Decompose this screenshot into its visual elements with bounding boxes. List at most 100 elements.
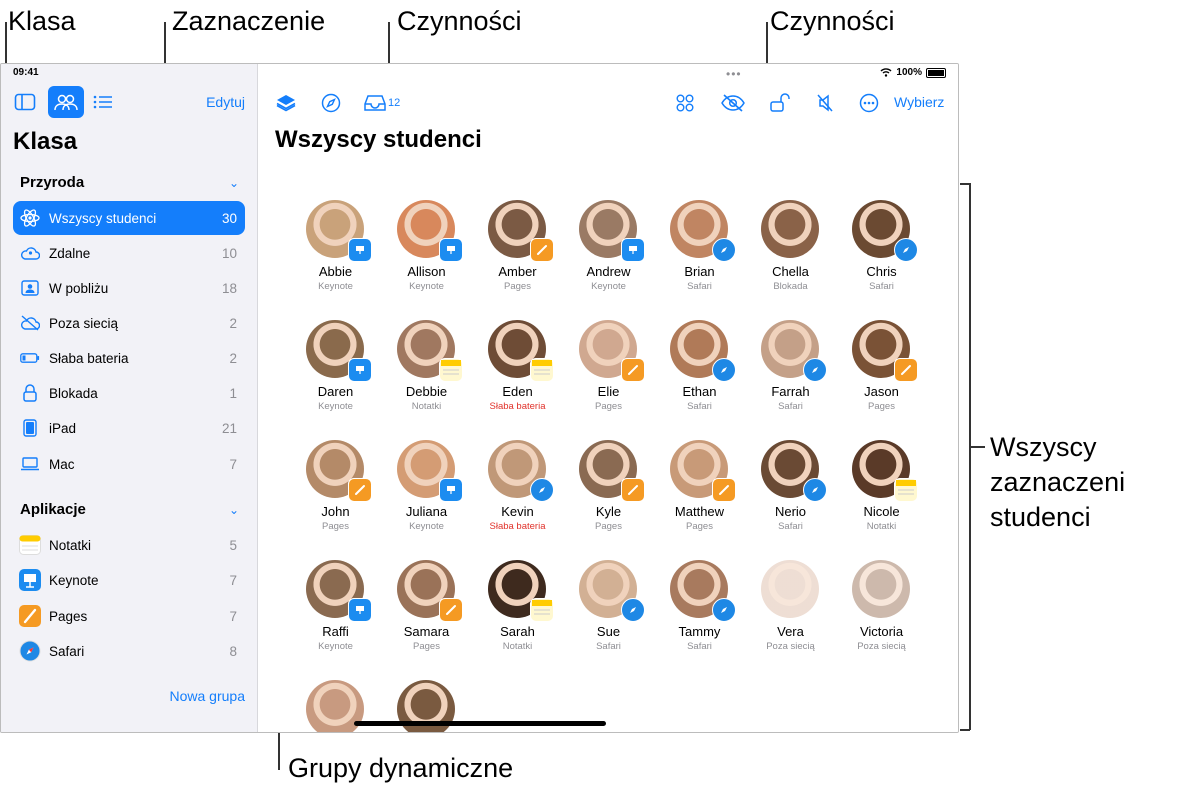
student-status: Keynote [318,401,353,412]
student-tile[interactable]: Kevin Słaba bateria [472,426,563,544]
sidebar-item-w-poblizu[interactable]: W pobliżu 18 [13,271,245,305]
student-tile[interactable]: Debbie Notatki [381,306,472,424]
student-name: Allison [407,264,446,279]
select-button[interactable]: Wybierz [894,94,944,110]
student-name: Chella [772,264,809,279]
student-tile[interactable]: Kyle Pages [563,426,654,544]
safari-icon [894,238,918,262]
compass-icon[interactable] [319,91,343,115]
student-name: Sue [596,624,621,639]
student-tile[interactable]: Raffi Keynote [290,546,381,664]
bracket-right-m [969,446,985,448]
sidebar-title: Klasa [13,128,78,155]
chevron-down-icon[interactable]: ⌄ [229,503,239,517]
student-tile[interactable]: Allison Keynote [381,186,472,304]
student-tile[interactable]: Andrew Keynote [563,186,654,304]
sidebar-item-label: iPad [49,420,77,436]
student-tile[interactable]: Victoria Poza siecią [836,546,927,664]
sidebar-item-safari[interactable]: Safari 8 [13,634,245,668]
home-indicator[interactable] [354,721,606,726]
edit-button[interactable]: Edytuj [206,94,245,110]
layers-icon[interactable] [274,91,298,115]
student-name: Victoria [859,624,904,639]
student-status: Pages [413,641,440,652]
sidebar-item-slaba-bateria[interactable]: Słaba bateria 2 [13,341,245,375]
safari-icon [712,358,736,382]
student-tile[interactable]: Nerio Safari [745,426,836,544]
sidebar-item-wszyscy-studenci[interactable]: Wszyscy studenci 30 [13,201,245,235]
student-name: Jason [864,384,899,399]
student-name: Farrah [771,384,810,399]
section-przyroda[interactable]: Przyroda [20,174,84,191]
keynote-icon [348,598,372,622]
notes-icon [530,598,554,622]
sidebar-item-poza-siecia[interactable]: Poza siecią 2 [13,306,245,340]
student-tile[interactable]: John Pages [290,426,381,544]
student-tile[interactable]: Vera Poza siecią [745,546,836,664]
student-tile[interactable]: Chella Blokada [745,186,836,304]
student-status: Słaba bateria [489,521,546,532]
keynote-icon [439,478,463,502]
sidebar-item-count: 2 [229,315,237,331]
student-tile[interactable]: Daren Keynote [290,306,381,424]
notes-icon [530,358,554,382]
student-name: John [321,504,350,519]
chevron-down-icon[interactable]: ⌄ [229,176,239,190]
sidebar-item-count: 7 [229,456,237,472]
atom-icon [19,207,41,229]
student-name: Daren [317,384,354,399]
student-tile[interactable]: Eden Słaba bateria [472,306,563,424]
sidebar: 09:41 Edytuj Klasa Przyroda ⌄ Wszyscy st… [1,64,258,732]
student-status: Słaba bateria [489,401,546,412]
student-tile[interactable]: Sarah Notatki [472,546,563,664]
list-icon[interactable] [91,91,115,113]
sidebar-item-keynote[interactable]: Keynote 7 [13,563,245,597]
mute-icon[interactable] [813,91,837,115]
sidebar-toggle-icon[interactable] [13,91,37,113]
student-tile[interactable]: Brian Safari [654,186,745,304]
sidebar-item-mac[interactable]: Mac 7 [13,447,245,481]
unlock-icon[interactable] [768,91,792,115]
eye-slash-icon[interactable] [719,91,747,115]
new-group-button[interactable]: Nowa grupa [170,688,246,704]
student-name: Chris [866,264,897,279]
sidebar-item-label: Wszyscy studenci [49,210,157,226]
callout-wszyscy-zaznaczeni: Wszyscy zaznaczeni studenci [990,432,1126,532]
sidebar-item-count: 8 [229,643,237,659]
student-name: Matthew [674,504,725,519]
inbox-icon[interactable]: 12 [364,91,406,115]
student-tile[interactable]: Samara Pages [381,546,472,664]
student-tile[interactable]: Amber Pages [472,186,563,304]
student-tile[interactable]: Chris Safari [836,186,927,304]
student-tile[interactable]: Jason Pages [836,306,927,424]
student-tile[interactable]: Nicole Notatki [836,426,927,544]
section-aplikacje[interactable]: Aplikacje [20,501,86,518]
sidebar-item-pages[interactable]: Pages 7 [13,599,245,633]
student-name: Elie [597,384,620,399]
sidebar-item-notatki[interactable]: Notatki 5 [13,528,245,562]
main-panel: ••• 100% 12 Wybierz Wszyscy studenci Abb… [258,64,958,732]
student-tile[interactable]: Abbie Keynote [290,186,381,304]
bracket-right-t [960,183,970,185]
student-name: Debbie [405,384,448,399]
apps-grid-icon[interactable] [673,91,697,115]
safari-icon [803,358,827,382]
student-tile[interactable]: Juliana Keynote [381,426,472,544]
more-icon[interactable] [857,91,881,115]
multitasking-dots-icon[interactable]: ••• [726,67,742,81]
pages-icon [19,605,41,627]
pages-icon [894,358,918,382]
callout-grupy-dynamiczne: Grupy dynamiczne [288,753,514,783]
sidebar-item-zdalne[interactable]: Zdalne 10 [13,236,245,270]
student-tile[interactable]: Elie Pages [563,306,654,424]
sidebar-item-ipad[interactable]: iPad 21 [13,411,245,445]
student-status: Pages [504,281,531,292]
student-tile[interactable]: Matthew Pages [654,426,745,544]
student-tile[interactable]: Sue Safari [563,546,654,664]
student-tile[interactable]: Tammy Safari [654,546,745,664]
sidebar-item-label: Notatki [49,537,92,553]
class-view-button[interactable] [48,86,84,118]
student-tile[interactable]: Farrah Safari [745,306,836,424]
sidebar-item-blokada[interactable]: Blokada 1 [13,376,245,410]
student-tile[interactable]: Ethan Safari [654,306,745,424]
